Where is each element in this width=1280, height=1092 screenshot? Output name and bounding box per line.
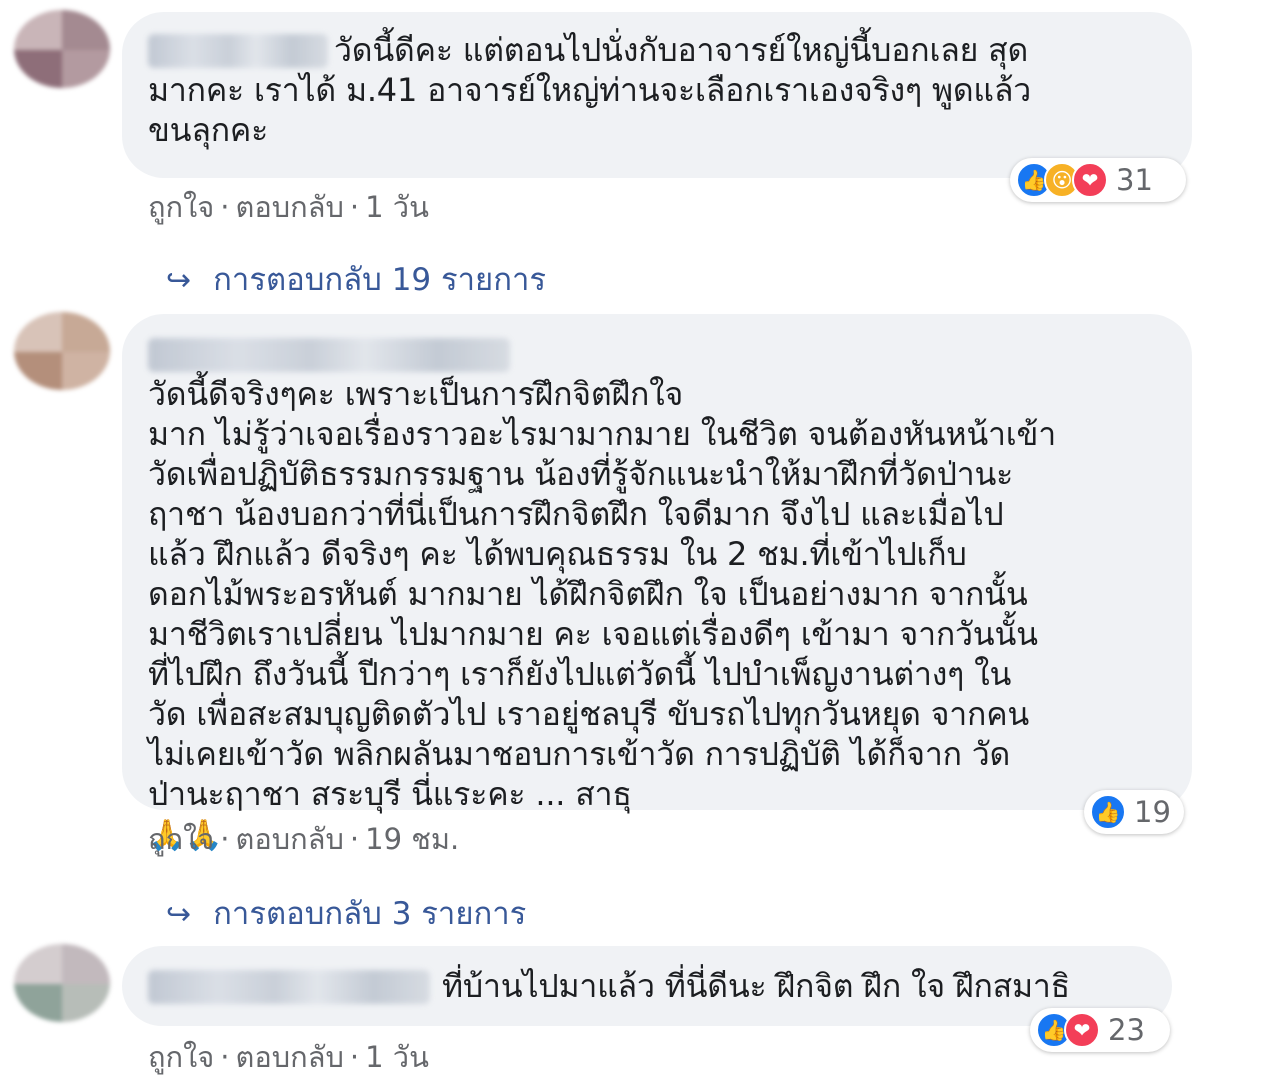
- view-replies-link[interactable]: ↪ การตอบกลับ 19 รายการ: [166, 254, 546, 304]
- avatar[interactable]: [14, 944, 110, 1022]
- separator: ·: [349, 190, 360, 224]
- separator: ·: [220, 822, 230, 856]
- reply-link[interactable]: ตอบกลับ: [236, 1040, 344, 1074]
- like-icon: 👍: [1090, 794, 1126, 830]
- avatar[interactable]: [14, 10, 110, 88]
- reaction-count: 23: [1108, 1013, 1145, 1047]
- separator: ·: [220, 1040, 230, 1074]
- comment-actions: ถูกใจ · ตอบกลับ · 1 วัน: [148, 184, 429, 230]
- replies-count-label: การตอบกลับ 3 รายการ: [213, 896, 527, 932]
- separator: ·: [220, 190, 230, 224]
- reply-arrow-icon: ↪: [166, 897, 192, 932]
- love-icon: ❤: [1072, 162, 1108, 198]
- reply-arrow-icon: ↪: [166, 263, 192, 298]
- view-replies-link[interactable]: ↪ การตอบกลับ 3 รายการ: [166, 888, 526, 938]
- reactions-summary[interactable]: 👍 ❤ 23: [1030, 1008, 1170, 1052]
- reaction-count: 19: [1134, 795, 1171, 829]
- like-link[interactable]: ถูกใจ: [148, 822, 214, 856]
- replies-count-label: การตอบกลับ 19 รายการ: [213, 262, 547, 298]
- comment-text: วัดนี้ดีคะ แต่ตอนไปนั่งกับอาจารย์ใหญ่นี้…: [148, 31, 1032, 149]
- timestamp[interactable]: 1 วัน: [365, 1040, 429, 1074]
- reactions-summary[interactable]: 👍 19: [1084, 790, 1184, 834]
- separator: ·: [349, 1040, 360, 1074]
- like-link[interactable]: ถูกใจ: [148, 1040, 214, 1074]
- reactions-summary[interactable]: 👍 😮 ❤ 31: [1010, 158, 1186, 202]
- timestamp[interactable]: 19 ชม.: [365, 822, 459, 856]
- separator: ·: [349, 822, 360, 856]
- avatar[interactable]: [14, 312, 110, 390]
- comment-text-body: วัดนี้ดีจริงๆคะ เพราะเป็นการฝึกจิตฝึกใจ …: [148, 375, 1056, 813]
- comment-text: วัดนี้ดีจริงๆคะ เพราะเป็นการฝึกจิตฝึกใจ …: [148, 334, 1178, 856]
- love-icon: ❤: [1064, 1012, 1100, 1048]
- reply-link[interactable]: ตอบกลับ: [236, 822, 344, 856]
- reply-link[interactable]: ตอบกลับ: [236, 190, 344, 224]
- comment-text: ที่บ้านไปมาแล้ว ที่นี่ดีนะ ฝึกจิต ฝึก ใจ…: [442, 967, 1071, 1005]
- timestamp[interactable]: 1 วัน: [365, 190, 429, 224]
- like-link[interactable]: ถูกใจ: [148, 190, 214, 224]
- reaction-count: 31: [1116, 163, 1153, 197]
- comment-actions: ถูกใจ · ตอบกลับ · 1 วัน: [148, 1034, 429, 1080]
- comment-actions: ถูกใจ · ตอบกลับ · 19 ชม.: [148, 816, 459, 862]
